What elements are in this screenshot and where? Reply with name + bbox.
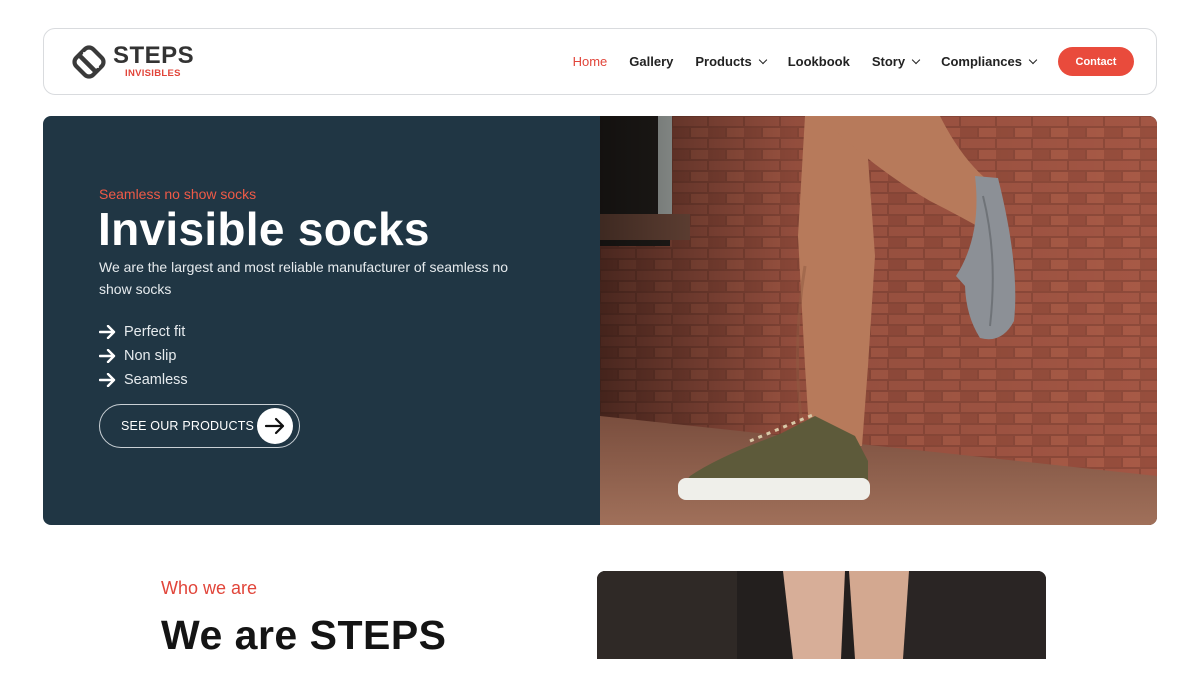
logo-tagline: INVISIBLES bbox=[125, 68, 181, 79]
nav-compliances[interactable]: Compliances bbox=[941, 54, 1038, 69]
feature-item: Non slip bbox=[99, 344, 188, 368]
nav-compliances-label: Compliances bbox=[941, 54, 1022, 69]
nav-gallery[interactable]: Gallery bbox=[629, 54, 673, 69]
nav-gallery-label: Gallery bbox=[629, 54, 674, 69]
feature-item: Perfect fit bbox=[99, 320, 188, 344]
chevron-down-icon bbox=[1028, 55, 1038, 64]
hero-banner: Seamless no show socks Invisible socks W… bbox=[43, 116, 1157, 525]
who-eyebrow: Who we are bbox=[161, 578, 258, 598]
who-image bbox=[597, 571, 1046, 659]
main-nav: Home Gallery Products Lookbook Story Com… bbox=[551, 29, 1038, 94]
nav-products[interactable]: Products bbox=[695, 54, 767, 69]
contact-button[interactable]: Contact bbox=[1058, 47, 1134, 76]
nav-lookbook[interactable]: Lookbook bbox=[788, 54, 850, 69]
chevron-down-icon bbox=[758, 55, 767, 64]
chevron-down-icon bbox=[911, 55, 921, 64]
arrow-right-icon bbox=[99, 325, 116, 339]
steps-logo-mark-icon bbox=[72, 45, 106, 79]
site-header: STEPS INVISIBLES Home Gallery Products L… bbox=[43, 28, 1157, 95]
logo[interactable]: STEPS INVISIBLES bbox=[68, 41, 198, 85]
nav-lookbook-label: Lookbook bbox=[787, 54, 850, 69]
arrow-right-icon bbox=[99, 349, 116, 363]
nav-home-label: Home bbox=[572, 54, 608, 69]
feature-list: Perfect fit Non slip Seamless bbox=[99, 320, 188, 392]
nav-story[interactable]: Story bbox=[871, 54, 921, 69]
hero-title: Invisible socks bbox=[98, 203, 430, 255]
arrow-right-icon bbox=[264, 417, 285, 435]
feature-label: Non slip bbox=[124, 348, 177, 364]
nav-products-label: Products bbox=[695, 54, 752, 69]
hero-content: Seamless no show socks Invisible socks W… bbox=[43, 116, 600, 525]
hero-description: We are the largest and most reliable man… bbox=[99, 259, 509, 297]
nav-home[interactable]: Home bbox=[573, 54, 608, 69]
hero-image bbox=[600, 116, 1157, 525]
see-products-button[interactable]: SEE OUR PRODUCTS bbox=[99, 404, 300, 448]
nav-story-label: Story bbox=[871, 54, 906, 69]
who-title: We are STEPS bbox=[161, 612, 447, 658]
feature-item: Seamless bbox=[99, 368, 188, 392]
arrow-right-icon bbox=[99, 373, 116, 387]
cta-arrow-circle bbox=[257, 408, 293, 444]
hero-eyebrow: Seamless no show socks bbox=[99, 186, 257, 202]
feature-label: Seamless bbox=[124, 372, 188, 388]
logo-wordmark: STEPS bbox=[113, 42, 195, 69]
see-products-label: SEE OUR PRODUCTS bbox=[121, 419, 255, 433]
feature-label: Perfect fit bbox=[124, 324, 186, 340]
